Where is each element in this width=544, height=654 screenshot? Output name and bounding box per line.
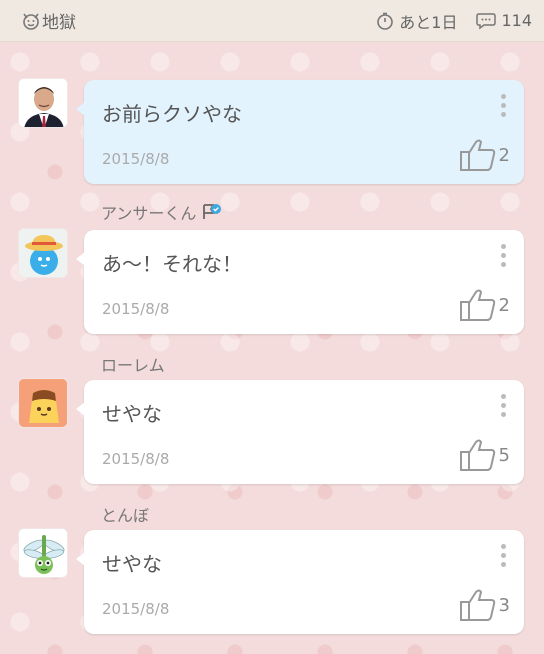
post-card[interactable]: せやな 2015/8/8 5 (76, 380, 524, 484)
avatar-pudding[interactable] (18, 378, 68, 428)
thumbs-up-icon (459, 288, 497, 322)
thumbs-up-icon (459, 588, 497, 622)
post-message: あ～！それな！ (102, 252, 242, 276)
straw-hat-mascot-icon (19, 229, 67, 277)
avatar-dragonfly[interactable] (18, 528, 68, 578)
author-name-row: アンサーくん (101, 200, 222, 224)
avatar-mascot[interactable] (18, 228, 68, 278)
comment-count[interactable]: 114 (475, 11, 532, 31)
like-button[interactable]: 3 (459, 588, 510, 622)
time-remaining: あと1日 (375, 9, 457, 33)
post-card[interactable]: お前らクソやな 2015/8/8 2 (76, 80, 524, 184)
post-date: 2015/8/8 (102, 450, 170, 468)
more-menu-icon[interactable] (498, 544, 508, 570)
post-message: お前らクソやな (102, 102, 242, 126)
like-count: 2 (498, 144, 510, 166)
like-count: 2 (498, 294, 510, 316)
post-card[interactable]: せやな 2015/8/8 3 (76, 530, 524, 634)
more-menu-icon[interactable] (498, 394, 508, 420)
author-name-row: ローレム (101, 352, 165, 376)
pudding-face-icon (19, 379, 67, 427)
category-label: 地獄 (42, 13, 76, 33)
more-menu-icon[interactable] (498, 244, 508, 270)
more-menu-icon[interactable] (498, 94, 508, 120)
post-date: 2015/8/8 (102, 600, 170, 618)
verified-badge-icon (202, 203, 222, 221)
thumbs-up-icon (459, 438, 497, 472)
dragonfly-icon (19, 529, 67, 577)
speech-bubble-icon (475, 11, 497, 31)
like-button[interactable]: 2 (459, 138, 510, 172)
category-title[interactable]: 地獄 (20, 8, 76, 33)
author-name: とんぼ (101, 506, 150, 525)
stopwatch-icon (375, 11, 395, 31)
avatar-man-photo[interactable] (18, 78, 68, 128)
post-message: せやな (102, 552, 162, 576)
author-name: アンサーくん (101, 204, 197, 223)
man-photo-icon (19, 79, 67, 127)
thumbs-up-icon (459, 138, 497, 172)
like-button[interactable]: 2 (459, 288, 510, 322)
post-card[interactable]: あ～！それな！ 2015/8/8 2 (76, 230, 524, 334)
like-count: 5 (498, 444, 510, 466)
post-date: 2015/8/8 (102, 300, 170, 318)
top-bar: 地獄 あと1日 114 (0, 0, 544, 42)
like-button[interactable]: 5 (459, 438, 510, 472)
author-name-row: とんぼ (101, 502, 149, 526)
demon-face-icon (20, 10, 42, 32)
comment-count-label: 114 (501, 11, 532, 30)
post-message: せやな (102, 402, 162, 426)
author-name: ローレム (101, 356, 165, 375)
like-count: 3 (498, 594, 510, 616)
time-remaining-label: あと1日 (399, 12, 458, 32)
post-date: 2015/8/8 (102, 150, 170, 168)
